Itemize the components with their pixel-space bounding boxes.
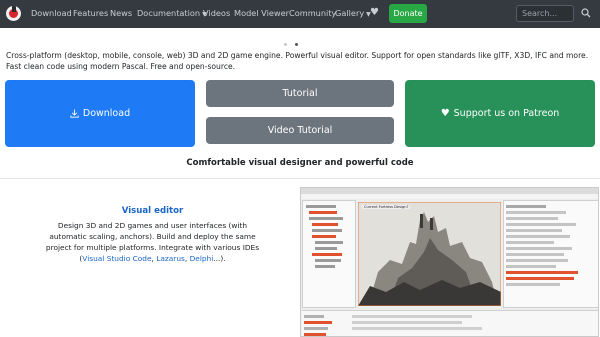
patreon-button-label: Support us on Patreon (453, 108, 560, 119)
editor-hierarchy-panel (302, 200, 356, 308)
carousel-dot[interactable] (284, 43, 287, 46)
link-lazarus[interactable]: Lazarus (156, 254, 185, 263)
patreon-button[interactable]: ♥ Support us on Patreon (405, 80, 595, 147)
nav-gallery-label: Gallery (335, 8, 365, 18)
carousel-indicators (280, 31, 302, 50)
nav-documentation-label: Documentation (137, 8, 201, 18)
link-delphi[interactable]: Delphi (190, 254, 214, 263)
download-button-label: Download (82, 108, 131, 119)
heart-icon: ♥ (440, 108, 450, 119)
feature-title: Visual editor (121, 206, 184, 216)
intro-text: Cross-platform (desktop, mobile, console… (6, 51, 589, 71)
viewport-caption: Current Fortress Design? (362, 205, 411, 209)
fortress-viewport-image (358, 202, 501, 306)
search-input[interactable] (516, 5, 574, 22)
section-heading: Comfortable visual designer and powerful… (186, 158, 414, 168)
heart-icon[interactable]: ♥ (370, 7, 379, 18)
nav-videos[interactable]: Videos (203, 8, 230, 18)
editor-menubar (301, 194, 598, 199)
link-visual-studio-code[interactable]: Visual Studio Code (82, 254, 151, 263)
nav-model-viewer[interactable]: Model Viewer (234, 8, 289, 18)
tutorial-button[interactable]: Tutorial (206, 80, 394, 107)
editor-properties-panel (503, 200, 598, 308)
donate-button[interactable]: Donate (389, 4, 427, 23)
search-icon[interactable] (581, 8, 591, 18)
editor-viewport: Current Fortress Design? (358, 202, 501, 306)
section-divider (0, 178, 600, 179)
nav-documentation[interactable]: Documentation ▼ (137, 8, 207, 18)
editor-files-panel (302, 310, 598, 336)
carousel-dot-active[interactable] (295, 43, 298, 46)
nav-community[interactable]: Community (289, 8, 336, 18)
nav-download[interactable]: Download (31, 8, 72, 18)
nav-features[interactable]: Features (73, 8, 108, 18)
top-navbar: Download Features News Documentation ▼ Vi… (0, 0, 600, 28)
download-button[interactable]: Download (5, 80, 195, 147)
download-icon (70, 109, 79, 118)
video-tutorial-button[interactable]: Video Tutorial (206, 117, 394, 144)
feature-text-after: ...). (213, 254, 226, 263)
nav-news[interactable]: News (110, 8, 132, 18)
castle-game-engine-logo[interactable] (6, 6, 21, 21)
editor-screenshot: Current Fortress Design? (300, 187, 599, 337)
nav-gallery[interactable]: Gallery ▼ (335, 8, 371, 18)
feature-description: Design 3D and 2D games and user interfac… (40, 220, 265, 264)
